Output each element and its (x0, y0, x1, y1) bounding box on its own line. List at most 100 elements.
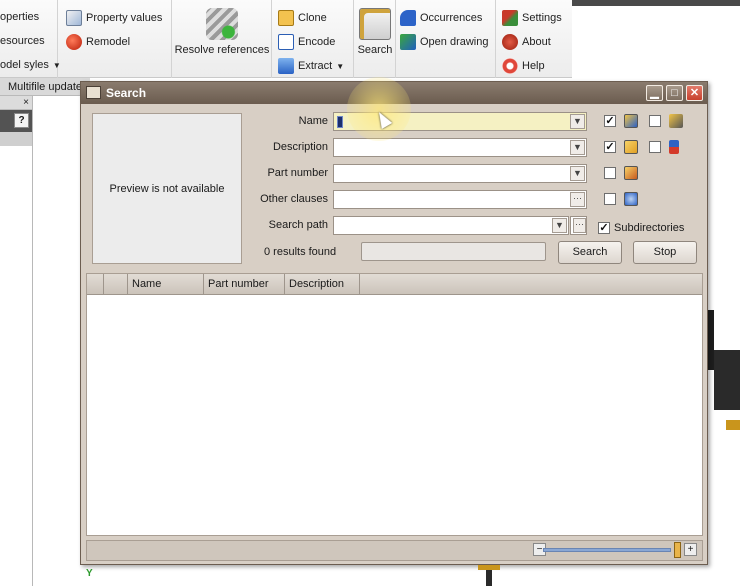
open-drawing-button[interactable]: Open drawing (400, 34, 489, 50)
description-combo[interactable]: ▼ (333, 138, 587, 157)
assembly-type-icon (669, 114, 683, 128)
subdirectories-label: Subdirectories (614, 222, 685, 234)
clone-button[interactable]: Clone (278, 10, 327, 26)
part-type-icon (624, 114, 638, 128)
property-values-button[interactable]: Property values (66, 10, 162, 26)
filter-checkbox-drawing[interactable] (604, 167, 616, 179)
model-styles-button[interactable]: odel syles ▼ (0, 59, 61, 71)
column-header-name[interactable]: Name (128, 274, 204, 295)
properties-label: operties (0, 11, 40, 23)
extract-button[interactable]: Extract ▼ (278, 58, 344, 74)
preview-pane: Preview is not available (92, 113, 242, 264)
ribbon-group-search: Search (354, 0, 396, 78)
search-path-label: Search path (268, 219, 328, 231)
ellipsis-icon: ··· (573, 218, 586, 233)
ribbon-group-settings: Settings About Help (496, 0, 572, 78)
results-table-header: Name Part number Description (87, 274, 702, 295)
results-count: 0 results found (264, 246, 337, 258)
extract-label: Extract (298, 60, 333, 72)
panel-help-button[interactable]: ? (14, 113, 29, 128)
ribbon-group-resolve: Resolve references (172, 0, 272, 78)
maximize-icon: □ (671, 87, 678, 99)
encode-label: Encode (298, 36, 336, 48)
minimize-button[interactable]: ▁ (646, 85, 663, 101)
open-drawing-icon (400, 34, 416, 50)
resolve-references-button[interactable]: Resolve references (174, 8, 270, 56)
open-drawing-label: Open drawing (420, 36, 489, 48)
text-cursor-icon (337, 116, 343, 128)
axis-triad-icon: Y (86, 568, 93, 579)
close-button[interactable]: ✕ (686, 85, 703, 101)
column-header-icon[interactable] (104, 274, 128, 295)
remodel-label: Remodel (86, 36, 131, 48)
search-path-browse-button[interactable]: ··· (570, 216, 587, 235)
ellipsis-icon[interactable]: ··· (570, 192, 585, 207)
panel-close-icon[interactable]: × (23, 97, 29, 108)
column-header-select[interactable] (87, 274, 104, 295)
column-header-description[interactable]: Description (285, 274, 360, 295)
doc-tab-label: Multifile update (8, 81, 82, 93)
ribbon-search-label: Search (357, 44, 393, 56)
title-strip (572, 0, 740, 6)
description-label: Description (272, 141, 328, 153)
property-values-label: Property values (86, 12, 163, 24)
chevron-down-icon[interactable]: ▼ (570, 140, 585, 155)
zoom-slider-track[interactable] (543, 548, 671, 552)
filter-checkbox-part[interactable]: ✓ (604, 115, 616, 127)
property-values-icon (66, 10, 82, 26)
search-progress-bar (361, 242, 546, 261)
close-icon: ✕ (689, 87, 700, 99)
maximize-button[interactable]: □ (666, 85, 683, 101)
clone-label: Clone (298, 12, 327, 24)
results-table[interactable]: Name Part number Description (86, 273, 703, 536)
search-path-combo[interactable]: ▼ (333, 216, 569, 235)
zoom-in-button[interactable]: + (684, 543, 697, 556)
occurrences-label: Occurrences (420, 12, 483, 24)
doc-tab-multifile-update[interactable]: Multifile update (0, 78, 90, 96)
ribbon: operties esources odel syles ▼ Property v… (0, 0, 572, 78)
ribbon-group-values: Property values Remodel (58, 0, 172, 78)
other-clauses-field[interactable]: ··· (333, 190, 587, 209)
dropdown-arrow-icon: ▼ (336, 61, 345, 71)
help-button[interactable]: Help (502, 58, 545, 74)
search-dialog: Search ▁ □ ✕ Preview is not available Na… (80, 77, 708, 565)
weldment-type-icon (669, 140, 679, 154)
sheetmetal-type-icon (624, 140, 638, 154)
search-button[interactable]: Search (558, 241, 622, 264)
occurrences-button[interactable]: Occurrences (400, 10, 482, 26)
model-styles-label: odel syles (0, 59, 49, 71)
about-label: About (522, 36, 551, 48)
encode-button[interactable]: Encode (278, 34, 335, 50)
preview-text: Preview is not available (109, 182, 225, 195)
chevron-down-icon[interactable]: ▼ (570, 166, 585, 181)
settings-tools-icon (502, 10, 518, 26)
chevron-down-icon[interactable]: ▼ (552, 218, 567, 233)
filter-checkbox-assembly[interactable] (649, 115, 661, 127)
cursor-highlight (347, 77, 411, 141)
ribbon-group-clone: Clone Encode Extract ▼ (272, 0, 354, 78)
column-header-part-number[interactable]: Part number (204, 274, 285, 295)
remodel-button[interactable]: Remodel (66, 34, 130, 50)
filter-checkbox-weldment[interactable] (649, 141, 661, 153)
left-panel: × ? (0, 96, 33, 586)
zoom-slider-handle[interactable] (674, 542, 681, 558)
filter-checkbox-sheetmetal[interactable]: ✓ (604, 141, 616, 153)
occurrences-icon (400, 10, 416, 26)
filter-checkbox-presentation[interactable] (604, 193, 616, 205)
resources-button[interactable]: esources (0, 35, 45, 47)
encode-icon (278, 34, 294, 50)
left-panel-header: × (0, 96, 32, 110)
chevron-down-icon[interactable]: ▼ (570, 114, 585, 129)
ribbon-group-occurrences: Occurrences Open drawing (396, 0, 496, 78)
part-number-combo[interactable]: ▼ (333, 164, 587, 183)
subdirectories-checkbox[interactable]: ✓ (598, 222, 610, 234)
stop-button[interactable]: Stop (633, 241, 697, 264)
remodel-icon (66, 34, 82, 50)
search-magnifier-icon (359, 8, 391, 40)
name-label: Name (298, 115, 328, 127)
settings-button[interactable]: Settings (502, 10, 562, 26)
about-button[interactable]: About (502, 34, 551, 50)
properties-button[interactable]: operties (0, 11, 39, 23)
ribbon-search-button[interactable]: Search (356, 8, 394, 56)
left-panel-toolbar: ? (0, 110, 32, 132)
